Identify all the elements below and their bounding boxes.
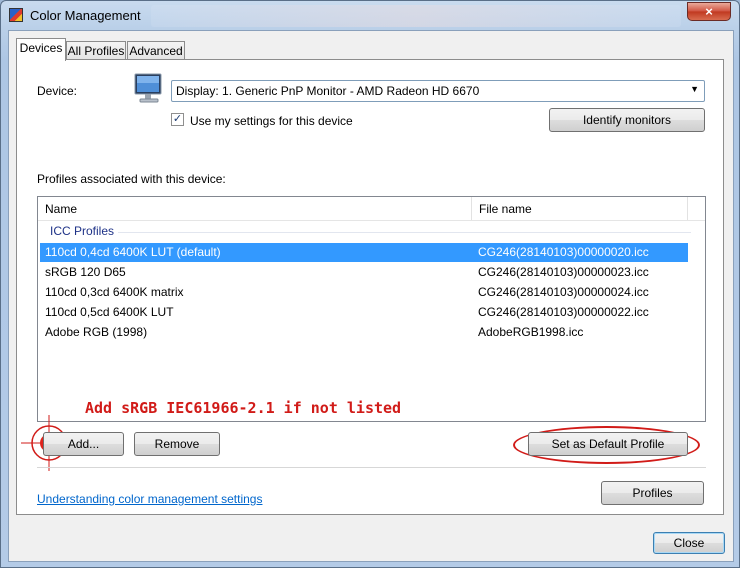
identify-monitors-button[interactable]: Identify monitors <box>549 108 705 132</box>
annotation-text: Add sRGB IEC61966-2.1 if not listed <box>85 399 402 417</box>
tab-all-profiles[interactable]: All Profiles <box>66 41 126 61</box>
profile-name: sRGB 120 D65 <box>45 265 126 279</box>
add-profile-button[interactable]: Add... <box>43 432 124 456</box>
device-dropdown[interactable]: Display: 1. Generic PnP Monitor - AMD Ra… <box>171 80 705 102</box>
profiles-button[interactable]: Profiles <box>601 481 704 505</box>
close-button[interactable]: Close <box>653 532 725 554</box>
profile-file: AdobeRGB1998.icc <box>478 325 584 339</box>
profile-file: CG246(28140103)00000022.icc <box>478 305 649 319</box>
profile-row[interactable]: 110cd 0,5cd 6400K LUT CG246(28140103)000… <box>40 303 688 322</box>
window-close-button[interactable]: × <box>687 2 731 21</box>
set-default-profile-button[interactable]: Set as Default Profile <box>528 432 688 456</box>
header-divider <box>38 220 705 221</box>
profile-row[interactable]: sRGB 120 D65 CG246(28140103)00000023.icc <box>40 263 688 282</box>
profile-file: CG246(28140103)00000024.icc <box>478 285 649 299</box>
color-management-icon <box>9 8 23 22</box>
profile-row[interactable]: Adobe RGB (1998) AdobeRGB1998.icc <box>40 323 688 342</box>
column-header-name[interactable]: Name <box>38 197 472 220</box>
profile-file: CG246(28140103)00000020.icc <box>478 245 649 259</box>
profile-row[interactable]: 110cd 0,3cd 6400K matrix CG246(28140103)… <box>40 283 688 302</box>
window-title: Color Management <box>30 8 141 23</box>
profile-name: 110cd 0,3cd 6400K matrix <box>45 285 184 299</box>
understanding-color-management-link[interactable]: Understanding color management settings <box>37 492 262 506</box>
profiles-listview[interactable]: Name File name ICC Profiles 110cd 0,4cd … <box>37 196 706 422</box>
group-header-icc-profiles: ICC Profiles <box>50 224 115 238</box>
device-label: Device: <box>37 84 78 98</box>
group-divider <box>118 232 691 233</box>
profiles-section-label: Profiles associated with this device: <box>37 172 226 186</box>
separator <box>37 467 706 468</box>
profile-name: Adobe RGB (1998) <box>45 325 148 339</box>
remove-profile-button[interactable]: Remove <box>134 432 220 456</box>
device-dropdown-value: Display: 1. Generic PnP Monitor - AMD Ra… <box>176 84 480 98</box>
column-header-file-name[interactable]: File name <box>472 197 688 220</box>
use-my-settings-checkbox[interactable]: ✓ <box>171 113 184 126</box>
profile-name: 110cd 0,5cd 6400K LUT <box>45 305 174 319</box>
profile-name: 110cd 0,4cd 6400K LUT (default) <box>45 245 221 259</box>
profile-row[interactable]: 110cd 0,4cd 6400K LUT (default) CG246(28… <box>40 243 688 262</box>
color-management-window: Color Management × Devices All Profiles … <box>0 0 740 568</box>
tab-devices[interactable]: Devices <box>16 38 66 61</box>
monitor-icon <box>134 73 162 103</box>
use-my-settings-label[interactable]: Use my settings for this device <box>190 114 353 128</box>
background-window-tabs <box>151 5 681 27</box>
tab-advanced[interactable]: Advanced <box>127 41 185 61</box>
profile-file: CG246(28140103)00000023.icc <box>478 265 649 279</box>
chevron-down-icon: ▼ <box>690 84 699 94</box>
